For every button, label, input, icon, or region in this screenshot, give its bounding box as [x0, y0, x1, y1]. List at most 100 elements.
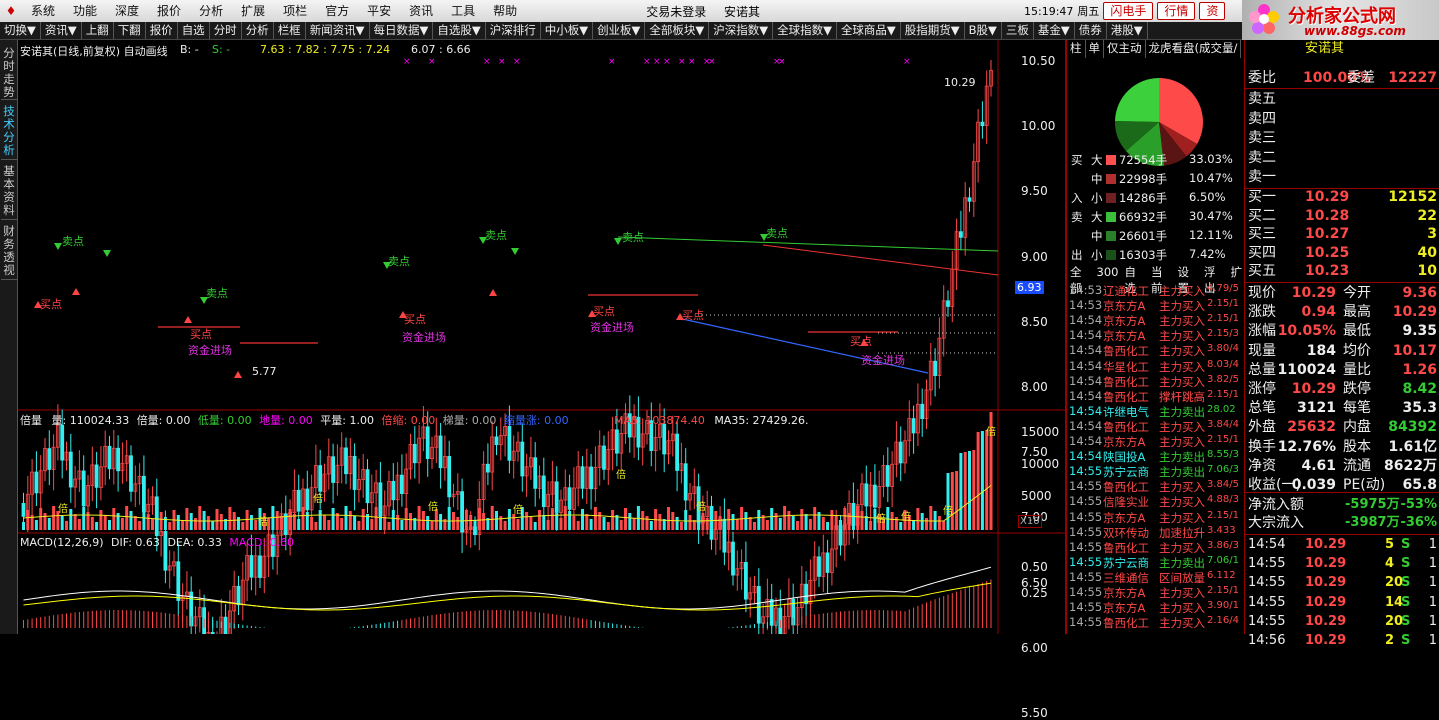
tick-row[interactable]: 14:55 鲁西化工 主力买入 3.84/5 [1067, 479, 1245, 494]
toolbar-button-0[interactable]: 切换▼ [0, 22, 41, 39]
tick-row[interactable]: 14:54 京东方A 主力买入 2.15/1 [1067, 434, 1245, 449]
menu-item-7[interactable]: 官方 [316, 0, 358, 22]
volume-bar [602, 517, 606, 530]
tick-row[interactable]: 14:54 鲁西化工 主力买入 3.82/5 [1067, 374, 1245, 389]
toolbar-button-23[interactable]: 债券 [1075, 22, 1107, 39]
scanner-tab-5[interactable]: 浮出 [1201, 264, 1228, 295]
toolbar-button-4[interactable]: 报价 [146, 22, 178, 39]
toolbar-button-24[interactable]: 港股▼ [1107, 22, 1148, 39]
tick-row[interactable]: 14:55 京东方A 主力买入 3.90/1 [1067, 600, 1245, 615]
tick-row[interactable]: 14:54 京东方A 主力买入 2.15/1 [1067, 313, 1245, 328]
menu-item-4[interactable]: 分析 [190, 0, 232, 22]
info-button[interactable]: 资 [1199, 2, 1226, 20]
menu-item-1[interactable]: 功能 [64, 0, 106, 22]
menu-item-2[interactable]: 深度 [106, 0, 148, 22]
toolbar-button-2[interactable]: 上翻 [82, 22, 114, 39]
macd-macd: MACD: 0.60 [229, 536, 295, 549]
toolbar-button-9[interactable]: 新闻资讯▼ [306, 22, 370, 39]
tick-row[interactable]: 14:55 京东方A 主力买入 2.15/1 [1067, 510, 1245, 525]
scanner-tab-0[interactable]: 全部 [1067, 264, 1094, 295]
toolbar-button-10[interactable]: 每日数据▼ [370, 22, 434, 39]
flow-size: 小 [1091, 248, 1103, 262]
tick-row[interactable]: 14:55 鲁西化工 主力买入 2.16/4 [1067, 615, 1245, 630]
toolbar-button-14[interactable]: 创业板▼ [593, 22, 646, 39]
tick-row[interactable]: 14:54 鲁西化工 主力买入 3.84/4 [1067, 419, 1245, 434]
menu-item-3[interactable]: 报价 [148, 0, 190, 22]
tick-name: 京东方A [1103, 435, 1146, 449]
toolbar-button-15[interactable]: 全部板块▼ [645, 22, 710, 39]
tick-row[interactable]: 14:54 鲁西化工 主力买入 3.80/4 [1067, 343, 1245, 358]
menu-item-0[interactable]: 系统 [22, 0, 64, 22]
weekday: 周五 [1077, 5, 1100, 18]
flow-tab-2[interactable]: 仅主动 [1104, 40, 1146, 58]
volume-bar [90, 517, 94, 530]
menu-item-11[interactable]: 帮助 [484, 0, 526, 22]
scanner-tab-3[interactable]: 当前 [1148, 264, 1175, 295]
menu-item-8[interactable]: 平安 [358, 0, 400, 22]
sell-level-row: 卖一 [1245, 168, 1439, 186]
volume-bar [645, 516, 649, 530]
toolbar-button-1[interactable]: 资讯▼ [41, 22, 82, 39]
candle-body [533, 457, 538, 489]
toolbar-button-20[interactable]: B股▼ [965, 22, 1002, 39]
quote-button[interactable]: 行情 [1157, 2, 1196, 20]
flow-tab-1[interactable]: 单 [1086, 40, 1104, 58]
menu-item-10[interactable]: 工具 [442, 0, 484, 22]
tick-row[interactable]: 14:55 鲁西化工 主力买入 3.86/3 [1067, 540, 1245, 555]
tab-financial[interactable]: 财务透视 [1, 222, 17, 280]
ad-banner[interactable]: 分析家公式网 www.88gs.com [1242, 0, 1439, 40]
menu-item-5[interactable]: 扩展 [232, 0, 274, 22]
toolbar-button-18[interactable]: 全球商品▼ [837, 22, 901, 39]
stat-label: 涨跌 [1248, 304, 1276, 321]
scanner-tab-2[interactable]: 自选 [1121, 264, 1148, 295]
flash-trade-button[interactable]: 闪电手 [1103, 2, 1154, 20]
fund-entry-label: 资金进场 [861, 353, 905, 367]
toolbar-button-6[interactable]: 分时 [210, 22, 242, 39]
toolbar-button-3[interactable]: 下翻 [114, 22, 146, 39]
tick-row[interactable]: 14:55 三维通信 区间放量 6.112 [1067, 570, 1245, 585]
tick-row[interactable]: 14:53 辽通化工 主力买入 4.79/5 [1067, 283, 1245, 298]
tick-row[interactable]: 14:54 许继电气 主力卖出 28.02 [1067, 404, 1245, 419]
menu-item-9[interactable]: 资讯 [400, 0, 442, 22]
tick-row[interactable]: 14:54 华星化工 主力买入 8.03/4 [1067, 359, 1245, 374]
tick-row[interactable]: 14:54 鲁西化工 撑杆跳高 2.15/1 [1067, 389, 1245, 404]
tab-fundamental[interactable]: 基本资料 [1, 162, 17, 220]
toolbar-button-17[interactable]: 全球指数▼ [773, 22, 837, 39]
net-inflow-label: 净流入额 [1248, 497, 1304, 513]
scanner-tab-6[interactable]: 扩 [1228, 264, 1246, 281]
tick-row[interactable]: 14:55 信隆实业 主力买入 4.88/3 [1067, 494, 1245, 509]
tick-row[interactable]: 14:54 陕国投A 主力卖出 8.55/3 [1067, 449, 1245, 464]
toolbar-button-22[interactable]: 基金▼ [1034, 22, 1075, 39]
toolbar-button-16[interactable]: 沪深指数▼ [709, 22, 774, 39]
sell-point-label: 卖点 [766, 227, 788, 240]
tick-row[interactable]: 14:54 京东方A 主力买入 2.15/3 [1067, 328, 1245, 343]
signal-x-marker: × [778, 57, 786, 67]
toolbar-button-11[interactable]: 自选股▼ [433, 22, 486, 39]
toolbar-button-19[interactable]: 股指期货▼ [901, 22, 965, 39]
tick-row[interactable]: 14:53 京东方A 主力买入 2.15/1 [1067, 298, 1245, 313]
tick-row[interactable]: 14:55 苏宁云商 主力卖出 7.06/3 [1067, 464, 1245, 479]
trade-row: 14:56 10.29 2 S 1 [1245, 632, 1439, 650]
kline-chart-area[interactable]: × × × × × × × × × × × × × × × × 卖点 卖点 卖点 卖点 卖点 卖点 买点 买点 买点 买点 买点 买点… [18, 40, 1066, 720]
scanner-tab-4[interactable]: 设置 [1175, 264, 1202, 295]
menu-item-6[interactable]: 项栏 [274, 0, 316, 22]
toolbar-button-7[interactable]: 分析 [242, 22, 274, 39]
sell-level-row: 卖三 [1245, 129, 1439, 147]
scanner-tab-1[interactable]: 300 [1094, 264, 1122, 281]
toolbar-button-5[interactable]: 自选 [178, 22, 210, 39]
flow-tab-0[interactable]: 柱 [1067, 40, 1086, 58]
quote-stat-row: 涨跌 0.94 最高 10.29 [1245, 303, 1439, 321]
stat-label: 总笔 [1248, 400, 1276, 417]
tick-row[interactable]: 14:55 苏宁云商 主力卖出 7.06/1 [1067, 555, 1245, 570]
tab-technical[interactable]: 技术分析 [1, 102, 17, 160]
toolbar-button-21[interactable]: 三板 [1002, 22, 1034, 39]
toolbar-button-8[interactable]: 栏框 [274, 22, 306, 39]
toolbar-button-12[interactable]: 沪深排行 [486, 22, 541, 39]
tab-intraday[interactable]: 分时走势 [1, 44, 17, 100]
tick-row[interactable]: 14:55 双环传动 加速拉升 3.433 [1067, 525, 1245, 540]
volume-bar [249, 515, 253, 530]
tick-row[interactable]: 14:55 京东方A 主力买入 2.15/1 [1067, 585, 1245, 600]
candle-body [142, 475, 146, 513]
flow-tab-3[interactable]: 龙虎看盘(成交量/ [1146, 40, 1242, 58]
toolbar-button-13[interactable]: 中小板▼ [541, 22, 594, 39]
